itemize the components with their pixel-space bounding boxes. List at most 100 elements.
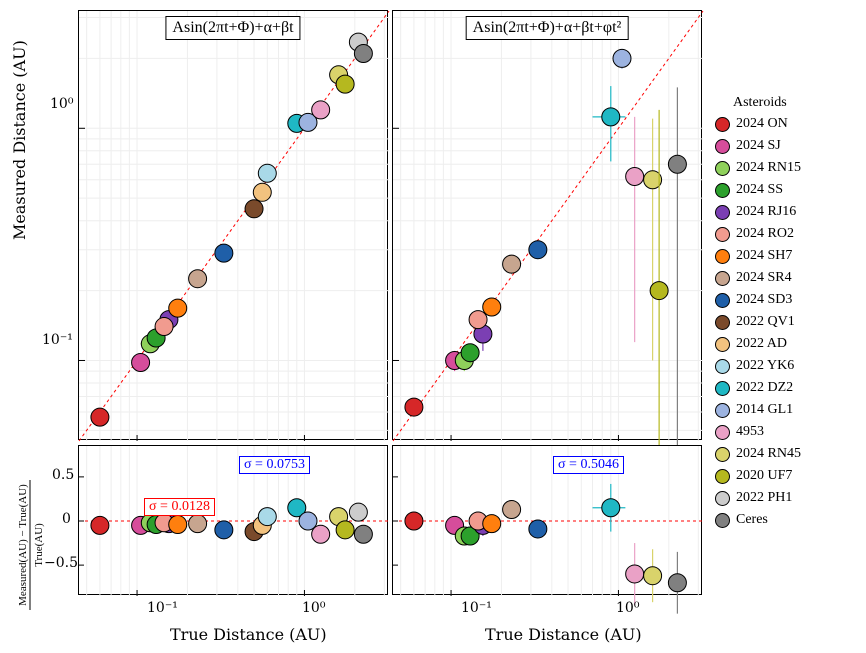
legend-swatch-icon xyxy=(715,359,730,374)
legend-swatch-icon xyxy=(715,337,730,352)
legend-swatch-icon xyxy=(715,381,730,396)
respoint-2024 SR4 xyxy=(189,515,207,533)
legend-item-4: 2024 RJ16 xyxy=(715,201,860,223)
respoint-2024 ON xyxy=(91,516,109,534)
xtick-r-1: 10⁻¹ xyxy=(461,600,492,616)
svg-text:Measured(AU) − True(AU): Measured(AU) − True(AU) xyxy=(17,484,29,606)
legend-title: Asteroids xyxy=(715,95,860,111)
legend-item-0: 2024 ON xyxy=(715,113,860,135)
legend-swatch-icon xyxy=(715,271,730,286)
point-2024 SR4 xyxy=(503,255,521,273)
respoint-2024 SH7 xyxy=(169,516,187,534)
point-4953 xyxy=(626,167,644,185)
legend-label: 2024 ON xyxy=(736,116,788,132)
respoint-2024 ON xyxy=(405,512,423,530)
legend-label: 2020 UF7 xyxy=(736,468,792,484)
legend-swatch-icon xyxy=(715,139,730,154)
xlabel-right: True Distance (AU) xyxy=(485,625,642,644)
legend-label: 4953 xyxy=(736,424,764,440)
legend: Asteroids 2024 ON 2024 SJ 2024 RN15 2024 SS… xyxy=(715,95,860,531)
ytick-tl-1: 10⁻¹ xyxy=(42,332,73,348)
legend-label: 2022 AD xyxy=(736,336,787,352)
legend-item-8: 2024 SD3 xyxy=(715,289,860,311)
respoint-Ceres xyxy=(668,574,686,592)
title-right: Asin(2πt+Φ)+α+βt+φt² xyxy=(466,16,629,40)
legend-swatch-icon xyxy=(715,293,730,308)
legend-swatch-icon xyxy=(715,513,730,528)
point-2014 GL1 xyxy=(613,49,631,67)
xtick-l-1: 10⁻¹ xyxy=(147,600,178,616)
legend-label: 2024 SS xyxy=(736,182,783,198)
legend-swatch-icon xyxy=(715,491,730,506)
legend-swatch-icon xyxy=(715,447,730,462)
legend-item-2: 2024 RN15 xyxy=(715,157,860,179)
legend-label: 2022 PH1 xyxy=(736,490,792,506)
point-4953 xyxy=(312,101,330,119)
legend-item-1: 2024 SJ xyxy=(715,135,860,157)
point-2020 UF7 xyxy=(650,282,668,300)
sigma-bl-red: σ = 0.0128 xyxy=(144,498,215,516)
respoint-2024 SD3 xyxy=(529,520,547,538)
legend-item-13: 2014 GL1 xyxy=(715,399,860,421)
point-2024 SD3 xyxy=(529,241,547,259)
legend-swatch-icon xyxy=(715,205,730,220)
ytick-bl-pos: 0.5 xyxy=(52,467,74,483)
respoint-Ceres xyxy=(354,525,372,543)
respoint-4953 xyxy=(312,525,330,543)
point-2024 ON xyxy=(405,398,423,416)
point-2024 SR4 xyxy=(189,270,207,288)
legend-label: 2014 GL1 xyxy=(736,402,793,418)
panel-top-left: Asin(2πt+Φ)+α+βt xyxy=(78,10,388,440)
point-2020 UF7 xyxy=(336,75,354,93)
sigma-bl-blue: σ = 0.0753 xyxy=(239,456,310,474)
sigma-br-blue: σ = 0.5046 xyxy=(553,456,624,474)
respoint-2024 RN45 xyxy=(644,567,662,585)
legend-item-9: 2022 QV1 xyxy=(715,311,860,333)
legend-item-18: Ceres xyxy=(715,509,860,531)
panel-bottom-left: σ = 0.0128 σ = 0.0753 xyxy=(78,445,388,595)
ytick-bl-neg: −0.5 xyxy=(44,555,78,571)
legend-item-11: 2022 YK6 xyxy=(715,355,860,377)
title-left: Asin(2πt+Φ)+α+βt xyxy=(165,16,300,40)
legend-label: 2024 RN15 xyxy=(736,160,801,176)
respoint-2024 SR4 xyxy=(503,501,521,519)
panel-top-right: Asin(2πt+Φ)+α+βt+φt² xyxy=(392,10,702,440)
legend-swatch-icon xyxy=(715,425,730,440)
point-2024 SS xyxy=(461,344,479,362)
legend-item-17: 2022 PH1 xyxy=(715,487,860,509)
respoint-4953 xyxy=(626,565,644,583)
legend-item-6: 2024 SH7 xyxy=(715,245,860,267)
legend-swatch-icon xyxy=(715,227,730,242)
legend-item-7: 2024 SR4 xyxy=(715,267,860,289)
legend-label: 2024 RO2 xyxy=(736,226,794,242)
ylabel-top: Measured Distance (AU) xyxy=(10,40,29,240)
point-2024 SH7 xyxy=(169,299,187,317)
point-2024 ON xyxy=(91,408,109,426)
legend-swatch-icon xyxy=(715,403,730,418)
legend-label: 2024 SD3 xyxy=(736,292,792,308)
point-Ceres xyxy=(354,44,372,62)
legend-label: 2024 SJ xyxy=(736,138,781,154)
xtick-l-2: 10⁰ xyxy=(302,600,325,616)
legend-item-5: 2024 RO2 xyxy=(715,223,860,245)
respoint-2024 SH7 xyxy=(483,515,501,533)
point-2024 SJ xyxy=(132,354,150,372)
legend-swatch-icon xyxy=(715,249,730,264)
legend-item-3: 2024 SS xyxy=(715,179,860,201)
point-2024 SD3 xyxy=(215,244,233,262)
xtick-r-2: 10⁰ xyxy=(616,600,639,616)
legend-swatch-icon xyxy=(715,117,730,132)
point-2024 SH7 xyxy=(483,298,501,316)
legend-item-15: 2024 RN45 xyxy=(715,443,860,465)
ylabel-bottom: Measured(AU) − True(AU) True(AU) xyxy=(12,475,52,615)
respoint-2022 YK6 xyxy=(258,508,276,526)
legend-label: 2024 RN45 xyxy=(736,446,801,462)
legend-label: 2024 SR4 xyxy=(736,270,792,286)
respoint-2022 DZ2 xyxy=(602,499,620,517)
ytick-bl-zero: 0 xyxy=(62,511,71,527)
legend-swatch-icon xyxy=(715,183,730,198)
point-2022 YK6 xyxy=(258,164,276,182)
legend-label: 2024 SH7 xyxy=(736,248,792,264)
point-2022 QV1 xyxy=(245,200,263,218)
respoint-2020 UF7 xyxy=(336,521,354,539)
